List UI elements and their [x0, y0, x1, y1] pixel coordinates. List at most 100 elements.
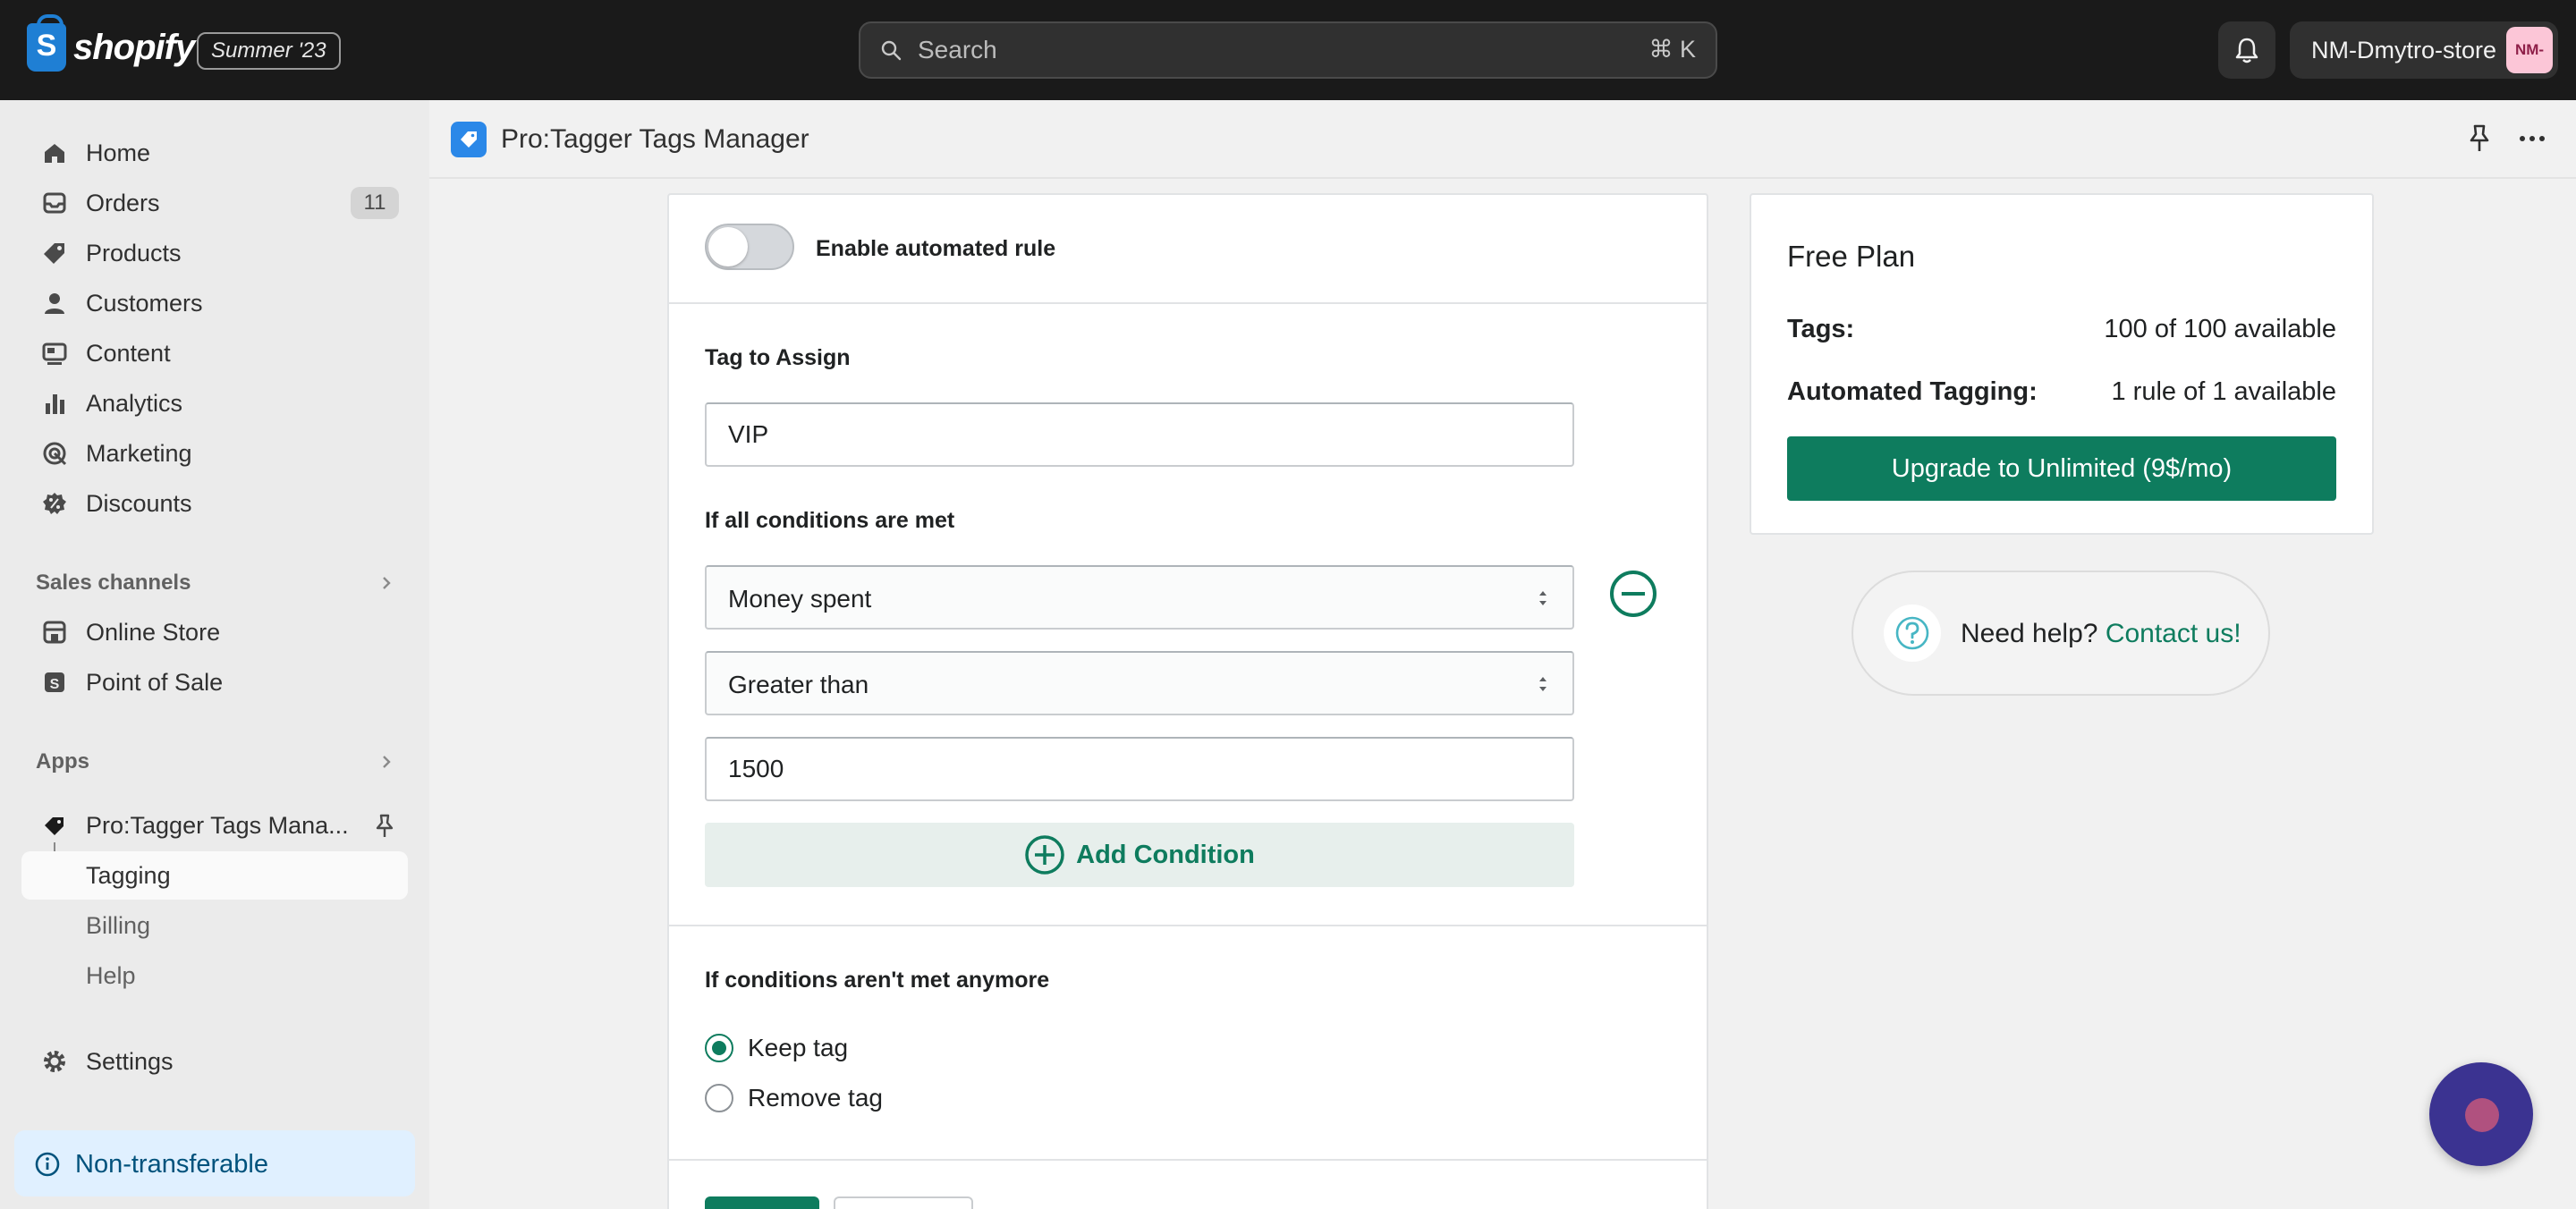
help-prompt: Need help? — [1961, 619, 2098, 648]
search-input[interactable] — [918, 23, 1544, 77]
sidebar-item-settings[interactable]: Settings — [21, 1039, 408, 1084]
cancel-button[interactable] — [834, 1196, 973, 1209]
sidebar-item-content[interactable]: Content — [21, 331, 408, 376]
plan-title: Free Plan — [1787, 240, 1916, 273]
sidebar-item-label: Content — [86, 339, 171, 367]
orders-count-badge: 11 — [351, 187, 399, 219]
add-condition-label: Add Condition — [1076, 840, 1255, 869]
sidebar-item-discounts[interactable]: Discounts — [21, 481, 408, 526]
divider — [669, 302, 1707, 304]
tag-icon — [39, 238, 70, 268]
help-icon — [1884, 604, 1941, 662]
rule-card: Enable automated rule Tag to Assign If a… — [667, 193, 1708, 1209]
apps-heading: Apps — [36, 749, 89, 774]
enable-rule-label: Enable automated rule — [816, 236, 1056, 261]
protagger-app-icon — [451, 122, 487, 157]
plus-circle-icon — [1025, 835, 1064, 875]
remove-tag-radio[interactable] — [705, 1084, 733, 1112]
contact-us-link[interactable]: Contact us! — [2106, 619, 2241, 648]
gear-icon — [39, 1046, 70, 1077]
svg-text:S: S — [50, 677, 60, 692]
non-transferable-label: Non-transferable — [75, 1150, 268, 1179]
logo-wordmark: shopify — [73, 27, 195, 67]
chat-launcher-button[interactable] — [2429, 1062, 2533, 1166]
sidebar-item-home[interactable]: Home — [21, 131, 408, 175]
notifications-button[interactable] — [2218, 21, 2275, 79]
sidebar-item-label: Products — [86, 239, 182, 266]
remove-condition-button[interactable] — [1610, 571, 1657, 617]
sidebar-item-products[interactable]: Products — [21, 231, 408, 275]
sidebar-item-tagging-active[interactable]: Tagging — [21, 851, 408, 900]
search-icon — [881, 40, 902, 61]
sidebar-item-label: Settings — [86, 1047, 174, 1075]
search-bar[interactable]: ⌘ K — [859, 21, 1717, 79]
top-bar: S shopify Summer '23 ⌘ K NM-Dmytro-store… — [0, 0, 2576, 100]
sidebar-item-analytics[interactable]: Analytics — [21, 381, 408, 426]
content-icon — [39, 338, 70, 368]
app-header: Pro:Tagger Tags Manager — [429, 100, 2576, 179]
info-icon — [35, 1152, 60, 1177]
sidebar-item-marketing[interactable]: Marketing — [21, 431, 408, 476]
plan-card: Free Plan Tags: 100 of 100 available Aut… — [1750, 193, 2374, 535]
sidebar-item-label: Online Store — [86, 618, 221, 646]
pos-icon: S — [39, 667, 70, 698]
sidebar-item-label: Analytics — [86, 389, 183, 417]
bar-chart-icon — [39, 388, 70, 418]
condition-field-select[interactable]: Money spent — [705, 565, 1574, 630]
sidebar-item-point-of-sale[interactable]: S Point of Sale — [21, 660, 408, 705]
chevron-right-icon[interactable] — [377, 574, 395, 592]
sidebar-item-label: Home — [86, 139, 151, 166]
automated-tagging-label: Automated Tagging: — [1787, 377, 2038, 406]
save-button[interactable] — [705, 1196, 819, 1209]
store-icon — [39, 617, 70, 647]
remove-tag-label[interactable]: Remove tag — [748, 1084, 883, 1112]
chevron-right-icon[interactable] — [377, 753, 395, 771]
non-transferable-banner[interactable]: Non-transferable — [14, 1130, 415, 1196]
target-icon — [39, 438, 70, 469]
shopify-bag-icon: S — [27, 14, 66, 72]
pin-icon[interactable] — [2467, 123, 2492, 154]
help-text: Need help? Contact us! — [1961, 619, 2241, 649]
select-value: Greater than — [728, 671, 869, 698]
help-pill: Need help? Contact us! — [1852, 571, 2270, 696]
select-arrows-icon — [1539, 677, 1546, 691]
add-condition-button[interactable]: Add Condition — [705, 823, 1574, 887]
logo-mark: S — [36, 29, 57, 63]
store-menu-button[interactable]: NM-Dmytro-store NM- — [2290, 21, 2558, 79]
search-shortcut: ⌘ K — [1648, 36, 1696, 63]
keep-tag-label[interactable]: Keep tag — [748, 1034, 848, 1062]
orders-icon — [39, 188, 70, 218]
sidebar-item-label: Pro:Tagger Tags Mana... — [86, 811, 349, 839]
sidebar-item-protagger-app[interactable]: Pro:Tagger Tags Mana... — [21, 803, 408, 848]
sidebar-item-label: Orders — [86, 189, 160, 216]
pin-icon[interactable] — [374, 814, 395, 839]
sidebar: Home Orders 11 Products Customers Conten… — [0, 100, 429, 1209]
tag-input[interactable] — [705, 402, 1574, 467]
condition-value-input[interactable] — [705, 737, 1574, 801]
condition-operator-select[interactable]: Greater than — [705, 651, 1574, 715]
person-icon — [39, 288, 70, 318]
sidebar-item-online-store[interactable]: Online Store — [21, 610, 408, 655]
app-tag-icon — [39, 810, 70, 841]
keep-tag-radio[interactable] — [705, 1034, 733, 1062]
bell-icon — [2235, 38, 2258, 63]
discount-icon — [39, 488, 70, 519]
sidebar-item-label: Discounts — [86, 489, 192, 517]
divider — [669, 1159, 1707, 1161]
sidebar-item-label: Customers — [86, 289, 203, 317]
upgrade-button[interactable]: Upgrade to Unlimited (9$/mo) — [1787, 436, 2336, 501]
automated-tagging-value: 1 rule of 1 available — [2111, 377, 2337, 406]
enable-rule-toggle[interactable] — [705, 224, 794, 270]
tags-usage-label: Tags: — [1787, 315, 1855, 343]
sidebar-item-help[interactable]: Help — [86, 962, 136, 990]
sidebar-item-orders[interactable]: Orders 11 — [21, 181, 408, 225]
shopify-logo[interactable]: S shopify — [27, 14, 195, 72]
sidebar-item-label: Tagging — [86, 862, 171, 889]
more-options-icon[interactable] — [2517, 123, 2547, 154]
sidebar-item-customers[interactable]: Customers — [21, 281, 408, 326]
home-icon — [39, 138, 70, 168]
sidebar-item-label: Marketing — [86, 439, 192, 467]
unmet-label: If conditions aren't met anymore — [705, 968, 1050, 993]
edition-badge: Summer '23 — [197, 32, 341, 70]
sidebar-item-billing[interactable]: Billing — [86, 912, 150, 940]
